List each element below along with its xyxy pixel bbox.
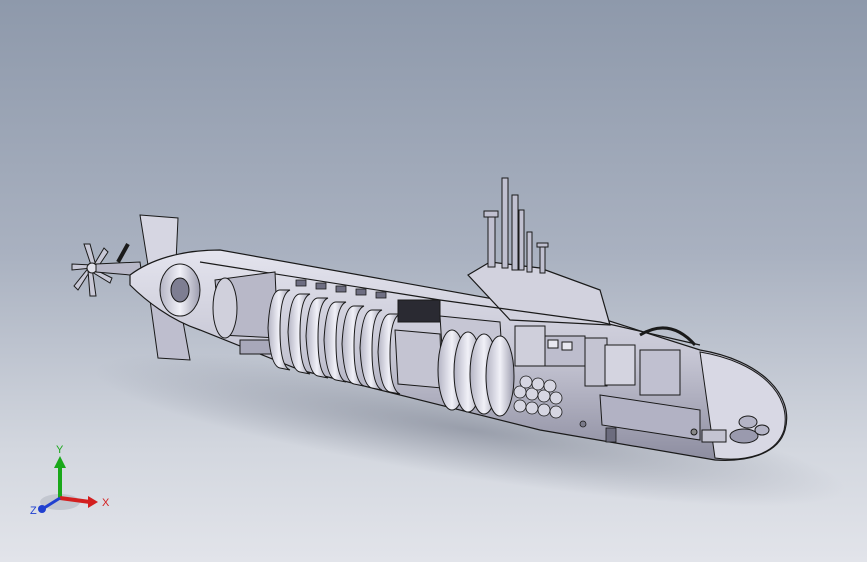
battery-bank[interactable] xyxy=(513,375,563,419)
hatch-detail xyxy=(605,427,617,443)
antenna-stub xyxy=(116,243,130,263)
hull-fitting xyxy=(579,420,587,428)
propulsion-motor[interactable] xyxy=(212,271,279,355)
aft-tail-cone[interactable] xyxy=(159,263,201,317)
periscope-masts[interactable] xyxy=(483,177,549,274)
orientation-triad: Y X Z xyxy=(30,444,110,517)
submarine-cutaway-model[interactable] xyxy=(0,0,867,562)
z-axis-label: Z xyxy=(30,505,37,517)
dark-machinery-block xyxy=(397,299,441,323)
graphics-viewport[interactable]: Y X Z xyxy=(0,0,867,562)
central-shaft-tube[interactable] xyxy=(394,329,443,389)
x-axis-label: X xyxy=(102,497,110,509)
y-axis-label: Y xyxy=(56,444,64,456)
